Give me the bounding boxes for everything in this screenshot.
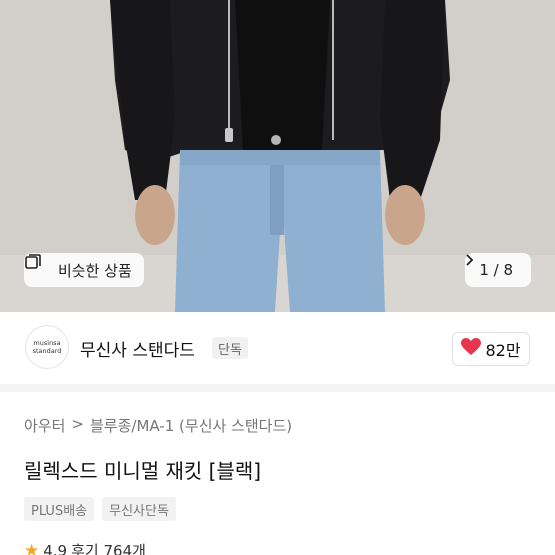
breadcrumb-separator: > [71, 415, 84, 433]
image-counter-text: 1 / 8 [479, 261, 513, 279]
brand-name[interactable]: 무신사 스탠다드 [80, 336, 195, 361]
breadcrumb-item-blouson[interactable]: 블루종/MA-1 (무신사 스탠다드) [90, 415, 292, 436]
similar-icon [25, 254, 52, 279]
image-counter[interactable]: 1 / 8 [465, 253, 531, 287]
brand-logo[interactable]: musinsa standard [25, 325, 69, 369]
similar-products-button[interactable]: 비슷한 상품 [24, 253, 144, 287]
tag-plus-delivery: PLUS배송 [24, 497, 95, 521]
like-count: 82만 [485, 341, 521, 360]
brand-logo-line1: musinsa [33, 339, 61, 347]
rating-value: 4.9 [43, 541, 68, 555]
review-count: 후기 764개 [71, 542, 146, 555]
star-icon: ★ [24, 540, 40, 555]
similar-products-label: 비슷한 상품 [58, 261, 132, 280]
product-title: 릴렉스드 미니멀 재킷 [블랙] [24, 459, 262, 483]
product-image[interactable]: 비슷한 상품 1 / 8 [0, 0, 555, 312]
brand-logo-line2: standard [32, 347, 62, 355]
brand-row: musinsa standard 무신사 스탠다드 단독 82만 [0, 318, 555, 382]
breadcrumb-item-outer[interactable]: 아우터 [24, 415, 65, 436]
exclusive-badge: 단독 [212, 337, 248, 359]
breadcrumb: 아우터 > 블루종/MA-1 (무신사 스탠다드) [24, 415, 292, 436]
like-button[interactable]: 82만 [452, 332, 530, 366]
tag-musinsa-exclusive: 무신사단독 [102, 497, 176, 521]
heart-icon [461, 338, 482, 360]
rating-summary[interactable]: ★ 4.9 후기 764개 [24, 540, 146, 555]
section-divider [0, 384, 555, 392]
product-tags: PLUS배송 무신사단독 [24, 497, 176, 521]
